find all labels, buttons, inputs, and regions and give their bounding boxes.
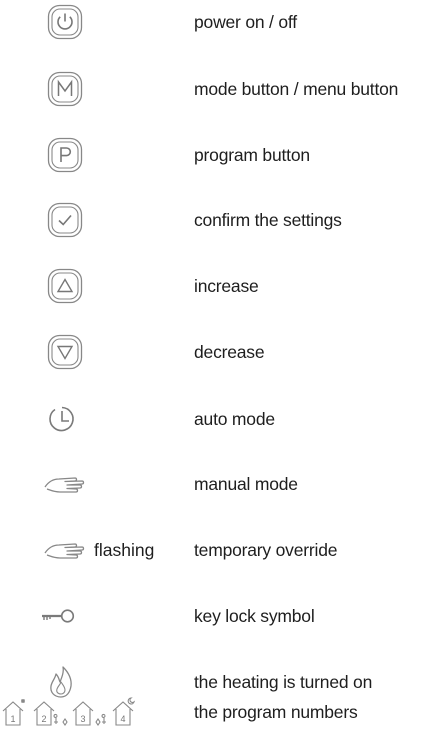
legend-label: manual mode [194, 474, 298, 494]
legend-row-power: power on / off [0, 2, 437, 42]
legend-label: decrease [194, 342, 265, 362]
key-lock-icon [40, 606, 76, 626]
legend-row-program-numbers: 1 2 3 4 the program numbers [0, 692, 437, 732]
legend-label: key lock symbol [194, 606, 315, 626]
program-button-icon [47, 137, 83, 173]
increase-button-icon [47, 268, 83, 304]
manual-mode-hand-icon [43, 470, 87, 498]
program-3-house-icon [72, 701, 106, 726]
power-button-icon [47, 4, 83, 40]
program-number-2: 2 [41, 714, 46, 724]
auto-mode-clock-icon [45, 402, 79, 436]
legend-row-decrease: decrease [0, 332, 437, 372]
legend-page: { "legend": [ {"icon": "power-button-ico… [0, 0, 437, 734]
legend-row-key-lock: key lock symbol [0, 596, 437, 636]
legend-label: confirm the settings [194, 210, 342, 230]
flashing-note: flashing [94, 540, 155, 560]
legend-label: power on / off [194, 12, 297, 32]
program-number-1: 1 [10, 714, 15, 724]
legend-row-increase: increase [0, 266, 437, 306]
legend-label: auto mode [194, 409, 275, 429]
mode-button-icon [47, 71, 83, 107]
manual-mode-hand-icon [43, 536, 87, 564]
legend-row-mode: mode button / menu button [0, 69, 437, 109]
legend-label: increase [194, 276, 259, 296]
legend-row-temporary-override: flashing temporary override [0, 530, 437, 570]
program-2-house-icon [33, 701, 68, 726]
legend-label: mode button / menu button [194, 79, 399, 99]
legend-row-auto-mode: auto mode [0, 399, 437, 439]
program-house-icons: 1 2 3 4 [0, 696, 190, 728]
legend-row-program: program button [0, 135, 437, 175]
legend-row-confirm: confirm the settings [0, 200, 437, 240]
program-number-4: 4 [120, 714, 125, 724]
legend-row-manual-mode: manual mode [0, 464, 437, 504]
legend-label: program button [194, 145, 310, 165]
legend-label: temporary override [194, 540, 338, 560]
decrease-button-icon [47, 334, 83, 370]
confirm-button-icon [47, 202, 83, 238]
legend-label: the program numbers [194, 702, 358, 722]
program-number-3: 3 [80, 714, 85, 724]
